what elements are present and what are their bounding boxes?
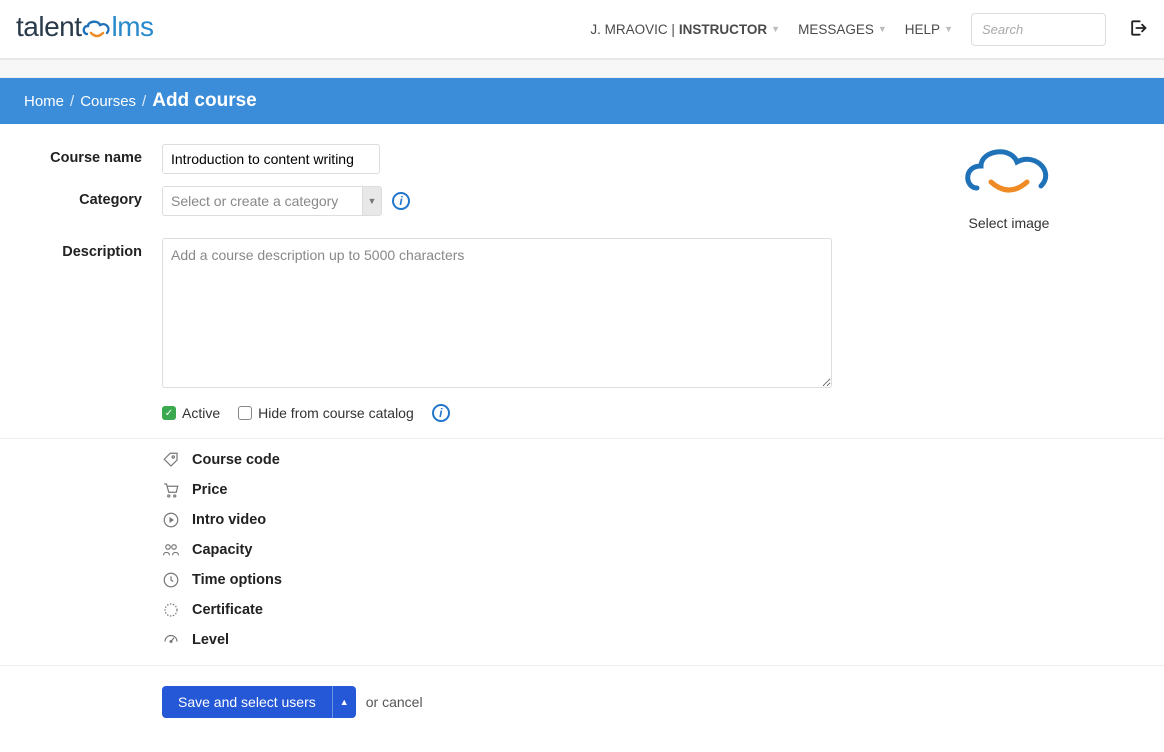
logout-button[interactable] bbox=[1124, 18, 1152, 41]
user-name-text: J. MRAOVIC | bbox=[590, 22, 675, 37]
option-label: Price bbox=[192, 482, 227, 498]
option-certificate[interactable]: Certificate bbox=[162, 595, 1164, 625]
header-nav: J. MRAOVIC | INSTRUCTOR ▼ MESSAGES ▼ HEL… bbox=[590, 13, 1152, 46]
course-name-label: Course name bbox=[0, 144, 162, 166]
category-placeholder: Select or create a category bbox=[162, 186, 362, 216]
logo-cloud-icon bbox=[80, 15, 114, 47]
logo-text-1: talent bbox=[16, 11, 82, 42]
option-intro-video[interactable]: Intro video bbox=[162, 505, 1164, 535]
divider bbox=[0, 665, 1164, 666]
level-icon bbox=[162, 631, 180, 649]
logo-text-2: lms bbox=[112, 11, 154, 42]
checkbox-unchecked-icon bbox=[238, 406, 252, 420]
help-menu[interactable]: HELP ▼ bbox=[905, 22, 953, 37]
divider bbox=[0, 438, 1164, 439]
save-button-label: Save and select users bbox=[162, 686, 332, 718]
option-label: Course code bbox=[192, 452, 280, 468]
option-label: Intro video bbox=[192, 512, 266, 528]
course-image-picker[interactable]: Select image bbox=[884, 138, 1134, 231]
option-label: Time options bbox=[192, 572, 282, 588]
course-name-input[interactable] bbox=[162, 144, 380, 174]
user-role-menu[interactable]: J. MRAOVIC | INSTRUCTOR ▼ bbox=[590, 22, 780, 37]
app-header: talent lms J. MRAOVIC | INSTRUCTOR ▼ MES… bbox=[0, 0, 1164, 60]
description-textarea[interactable] bbox=[162, 238, 832, 388]
tag-icon bbox=[162, 451, 180, 469]
course-options-list: Course code Price Intro video Capacity T bbox=[0, 445, 1164, 655]
checkbox-checked-icon: ✓ bbox=[162, 406, 176, 420]
play-icon bbox=[162, 511, 180, 529]
chevron-down-icon: ▼ bbox=[771, 24, 780, 34]
certificate-icon bbox=[162, 601, 180, 619]
description-label: Description bbox=[0, 238, 162, 260]
hide-label: Hide from course catalog bbox=[258, 405, 414, 421]
option-level[interactable]: Level bbox=[162, 625, 1164, 655]
help-label: HELP bbox=[905, 22, 940, 37]
breadcrumb: Home / Courses / Add course bbox=[0, 78, 1164, 124]
cart-icon bbox=[162, 481, 180, 499]
chevron-down-icon[interactable]: ▼ bbox=[362, 186, 382, 216]
breadcrumb-courses[interactable]: Courses bbox=[80, 93, 136, 110]
category-select[interactable]: Select or create a category ▼ bbox=[162, 186, 382, 216]
messages-menu[interactable]: MESSAGES ▼ bbox=[798, 22, 887, 37]
clock-icon bbox=[162, 571, 180, 589]
breadcrumb-current: Add course bbox=[152, 90, 257, 112]
breadcrumb-home[interactable]: Home bbox=[24, 93, 64, 110]
active-checkbox-item[interactable]: ✓ Active bbox=[162, 405, 220, 421]
option-label: Capacity bbox=[192, 542, 252, 558]
messages-label: MESSAGES bbox=[798, 22, 874, 37]
or-cancel-text: or cancel bbox=[366, 694, 423, 710]
role-text: INSTRUCTOR bbox=[679, 22, 767, 37]
capacity-icon bbox=[162, 541, 180, 559]
save-button-dropdown[interactable]: ▲ bbox=[332, 686, 356, 718]
chevron-down-icon: ▼ bbox=[878, 24, 887, 34]
option-capacity[interactable]: Capacity bbox=[162, 535, 1164, 565]
option-label: Certificate bbox=[192, 602, 263, 618]
option-label: Level bbox=[192, 632, 229, 648]
option-time[interactable]: Time options bbox=[162, 565, 1164, 595]
search-input[interactable] bbox=[971, 13, 1106, 46]
hide-checkbox-item[interactable]: Hide from course catalog bbox=[238, 405, 414, 421]
page-content: Course name Category Select or create a … bbox=[0, 124, 1164, 738]
logout-icon bbox=[1128, 18, 1148, 38]
breadcrumb-separator: / bbox=[70, 93, 74, 110]
cancel-link[interactable]: cancel bbox=[382, 694, 422, 710]
logo[interactable]: talent lms bbox=[16, 11, 154, 47]
category-info-icon[interactable]: i bbox=[392, 192, 410, 210]
sub-header-strip bbox=[0, 60, 1164, 78]
hide-info-icon[interactable]: i bbox=[432, 404, 450, 422]
option-price[interactable]: Price bbox=[162, 475, 1164, 505]
breadcrumb-separator: / bbox=[142, 93, 146, 110]
option-course-code[interactable]: Course code bbox=[162, 445, 1164, 475]
category-label: Category bbox=[0, 186, 162, 208]
chevron-down-icon: ▼ bbox=[944, 24, 953, 34]
select-image-label: Select image bbox=[884, 215, 1134, 231]
cloud-smile-icon bbox=[959, 138, 1059, 202]
or-text: or bbox=[366, 694, 382, 710]
active-label: Active bbox=[182, 405, 220, 421]
save-and-select-users-button[interactable]: Save and select users ▲ bbox=[162, 686, 356, 718]
action-row: Save and select users ▲ or cancel bbox=[0, 672, 1164, 738]
